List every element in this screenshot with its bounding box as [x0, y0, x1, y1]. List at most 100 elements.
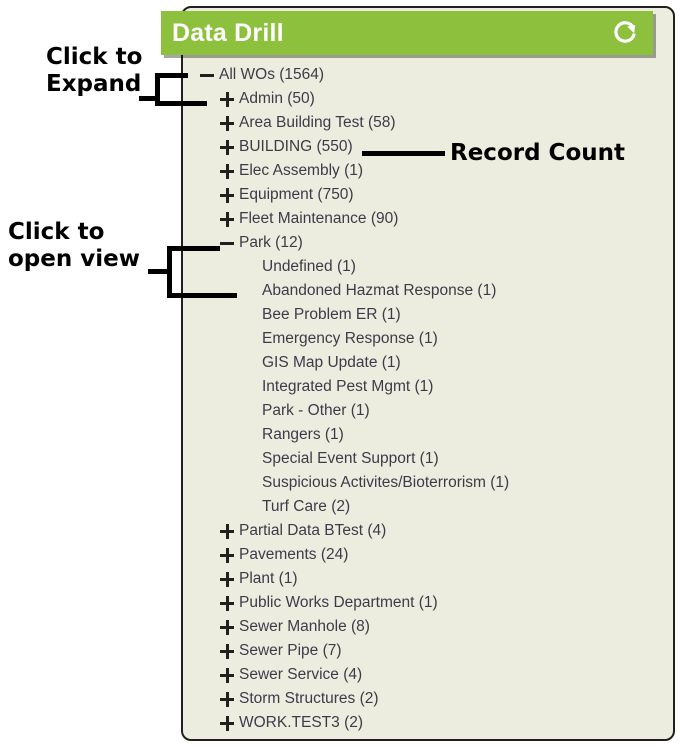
expand-plus-icon[interactable] [218, 519, 236, 543]
annotation-click-to-expand-line1: Click to [46, 44, 143, 70]
tree-row[interactable]: Sewer Service (4) [183, 663, 673, 687]
tree-item-label[interactable]: Emergency Response (1) [259, 331, 438, 347]
expand-plus-icon[interactable] [218, 207, 236, 231]
tree-item-label[interactable]: WORK.TEST3 (2) [236, 715, 363, 731]
expand-plus-icon[interactable] [218, 543, 236, 567]
tree-item-label[interactable]: Elec Assembly (1) [236, 163, 363, 179]
tree-item-label[interactable]: Pavements (24) [236, 547, 348, 563]
tree-row[interactable]: Partial Data BTest (4) [183, 519, 673, 543]
tree-item-label[interactable]: Sewer Pipe (7) [236, 643, 342, 659]
tree-row[interactable]: Sewer Manhole (8) [183, 615, 673, 639]
tree-item-label[interactable]: Public Works Department (1) [236, 595, 438, 611]
tree-item-label[interactable]: Plant (1) [236, 571, 298, 587]
tree-item-label[interactable]: Abandoned Hazmat Response (1) [259, 283, 496, 299]
tree-item-label[interactable]: Rangers (1) [259, 427, 344, 443]
tree-item-label[interactable]: Sewer Manhole (8) [236, 619, 370, 635]
expand-plus-icon[interactable] [218, 687, 236, 711]
tree-item-label[interactable]: Area Building Test (58) [236, 115, 396, 131]
tree-row[interactable]: Abandoned Hazmat Response (1) [183, 279, 673, 303]
panel-titlebar: Data Drill [161, 11, 653, 55]
tree-row[interactable]: Area Building Test (58) [183, 111, 673, 135]
tree-item-label[interactable]: Sewer Service (4) [236, 667, 362, 683]
tree-row[interactable]: Equipment (750) [183, 183, 673, 207]
expand-plus-icon[interactable] [218, 615, 236, 639]
annotation-click-to-expand: Click to Expand [46, 44, 142, 98]
tree-item-label[interactable]: Bee Problem ER (1) [259, 307, 401, 323]
tree-row[interactable]: Undefined (1) [183, 255, 673, 279]
tree-row[interactable]: GIS Map Update (1) [183, 351, 673, 375]
tree-item-label[interactable]: Undefined (1) [259, 259, 356, 275]
annotation-record-count: Record Count [450, 140, 625, 167]
tree-row[interactable]: Storm Structures (2) [183, 687, 673, 711]
annotation-leader-open-view-bottom [167, 293, 237, 298]
tree-item-label[interactable]: Park - Other (1) [259, 403, 370, 419]
expand-plus-icon[interactable] [218, 135, 236, 159]
tree-row[interactable]: Suspicious Activites/Bioterrorism (1) [183, 471, 673, 495]
tree-item-label[interactable]: Integrated Pest Mgmt (1) [259, 379, 433, 395]
annotation-record-count-line1: Record Count [450, 140, 625, 166]
tree-item-label[interactable]: Park (12) [236, 235, 303, 251]
tree-row[interactable]: Public Works Department (1) [183, 591, 673, 615]
tree-row[interactable]: Park - Other (1) [183, 399, 673, 423]
annotation-click-to-open-view-line1: Click to [8, 219, 105, 245]
collapse-minus-icon[interactable] [198, 63, 216, 87]
tree-item-label[interactable]: GIS Map Update (1) [259, 355, 401, 371]
tree-row[interactable]: Bee Problem ER (1) [183, 303, 673, 327]
tree-item-label[interactable]: Fleet Maintenance (90) [236, 211, 398, 227]
tree-row[interactable]: Special Event Support (1) [183, 447, 673, 471]
annotation-click-to-open-view-line2: open view [8, 246, 140, 272]
tree-item-label[interactable]: Special Event Support (1) [259, 451, 439, 467]
annotation-leader-record-count [362, 151, 445, 156]
tree-item-label[interactable]: BUILDING (550) [236, 139, 353, 155]
tree-row[interactable]: Fleet Maintenance (90) [183, 207, 673, 231]
annotation-leader-open-view-top [167, 246, 220, 251]
tree-row[interactable]: Sewer Pipe (7) [183, 639, 673, 663]
tree-row[interactable]: Plant (1) [183, 567, 673, 591]
tree-item-label[interactable]: All WOs (1564) [216, 67, 324, 83]
collapse-minus-icon[interactable] [218, 231, 236, 255]
tree-item-label[interactable]: Partial Data BTest (4) [236, 523, 386, 539]
annotation-leader-open-view-stem [148, 269, 169, 274]
tree-row[interactable]: All WOs (1564) [183, 63, 673, 87]
tree-item-label[interactable]: Storm Structures (2) [236, 691, 379, 707]
tree-item-label[interactable]: Admin (50) [236, 91, 315, 107]
tree-row[interactable]: Pavements (24) [183, 543, 673, 567]
annotation-leader-expand-bottom [155, 101, 207, 106]
expand-plus-icon[interactable] [218, 639, 236, 663]
expand-plus-icon[interactable] [218, 159, 236, 183]
tree-item-label[interactable]: Turf Care (2) [259, 499, 350, 515]
expand-plus-icon[interactable] [218, 87, 236, 111]
annotation-click-to-open-view: Click to open view [8, 219, 140, 273]
expand-plus-icon[interactable] [218, 711, 236, 735]
tree-row[interactable]: Integrated Pest Mgmt (1) [183, 375, 673, 399]
expand-plus-icon[interactable] [218, 183, 236, 207]
refresh-icon[interactable] [609, 16, 643, 50]
annotation-click-to-expand-line2: Expand [46, 71, 142, 97]
tree-row[interactable]: WORK.TEST3 (2) [183, 711, 673, 735]
expand-plus-icon[interactable] [218, 591, 236, 615]
expand-plus-icon[interactable] [218, 567, 236, 591]
tree-row[interactable]: Park (12) [183, 231, 673, 255]
expand-plus-icon[interactable] [218, 111, 236, 135]
panel-title: Data Drill [172, 18, 284, 47]
annotation-leader-open-view-spine [167, 246, 172, 298]
tree-item-label[interactable]: Suspicious Activites/Bioterrorism (1) [259, 475, 509, 491]
tree-row[interactable]: Admin (50) [183, 87, 673, 111]
tree-row[interactable]: Emergency Response (1) [183, 327, 673, 351]
tree-row[interactable]: Rangers (1) [183, 423, 673, 447]
annotation-leader-expand-top [155, 73, 188, 78]
tree-item-label[interactable]: Equipment (750) [236, 187, 354, 203]
tree-row[interactable]: Turf Care (2) [183, 495, 673, 519]
expand-plus-icon[interactable] [218, 663, 236, 687]
